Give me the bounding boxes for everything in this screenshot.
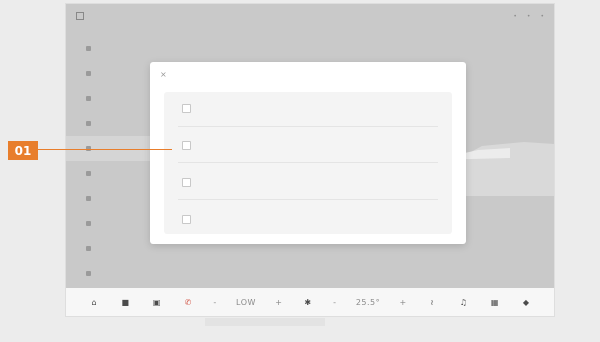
sidebar-item-icon [86,221,91,226]
option-item-1[interactable] [164,102,452,114]
fan-icon[interactable]: ✱ [302,298,314,307]
option-item-4[interactable] [164,213,452,224]
sidebar-item-9[interactable] [66,236,152,261]
bottom-dock: ⌂ ■ ▣ ✆ - LOW + ✱ - 25.5° + ≀ ♫ ▦ ◆ [66,288,554,316]
home-icon[interactable]: ⌂ [88,298,100,307]
option-checkbox[interactable] [182,141,191,151]
sidebar-item-icon [86,121,91,126]
divider [178,199,438,201]
volume-icon[interactable]: ◆ [520,298,532,307]
status-icon-3: • [540,12,544,20]
fan-decrease-button[interactable]: - [213,298,216,307]
sidebar-item-icon [86,171,91,176]
close-icon[interactable]: × [160,70,167,79]
sidebar-item-icon [86,46,91,51]
option-item-2[interactable] [164,139,452,151]
fan-level-label: LOW [236,297,256,307]
status-bar: • • • [66,4,554,28]
temp-increase-button[interactable]: + [399,298,406,307]
profile-icon[interactable] [76,12,84,20]
sidebar-item-icon [86,271,91,276]
status-icon-1: • [513,12,517,20]
options-dialog: × [150,62,466,244]
settings-sidebar [66,36,152,286]
phone-icon[interactable]: ✆ [182,298,194,307]
sidebar-item-3[interactable] [66,86,152,111]
option-item-3[interactable] [164,176,452,187]
callout-label: 01 [8,141,38,160]
screen-frame: • • • × ⌂ ■ ▣ ✆ - LOW + ✱ - 25.5° + ≀ ♫ … [66,4,554,316]
sidebar-item-icon [86,196,91,201]
sidebar-item-4[interactable] [66,111,152,136]
option-checkbox[interactable] [182,214,191,224]
car-icon[interactable]: ■ [119,298,131,307]
option-checkbox[interactable] [182,104,191,114]
music-icon[interactable]: ♫ [457,298,469,307]
divider [178,125,438,127]
sidebar-item-icon [86,96,91,101]
sidebar-item-8[interactable] [66,211,152,236]
sidebar-item-7[interactable] [66,186,152,211]
apps-icon[interactable]: ▦ [489,298,501,307]
sidebar-item-2[interactable] [66,61,152,86]
temp-decrease-button[interactable]: - [333,298,336,307]
sidebar-item-1[interactable] [66,36,152,61]
callout-line [38,149,172,150]
options-list [164,92,452,234]
option-checkbox[interactable] [182,177,191,187]
seat-icon[interactable]: ▣ [151,298,163,307]
seat-heat-icon[interactable]: ≀ [426,298,438,307]
temperature-label: 25.5° [355,297,381,307]
sidebar-item-10[interactable] [66,261,152,286]
status-icon-2: • [526,12,531,20]
screen-stand [205,318,325,326]
sidebar-item-icon [86,71,91,76]
sidebar-item-icon [86,246,91,251]
sidebar-item-6[interactable] [66,161,152,186]
fan-increase-button[interactable]: + [275,298,282,307]
divider [178,162,438,164]
